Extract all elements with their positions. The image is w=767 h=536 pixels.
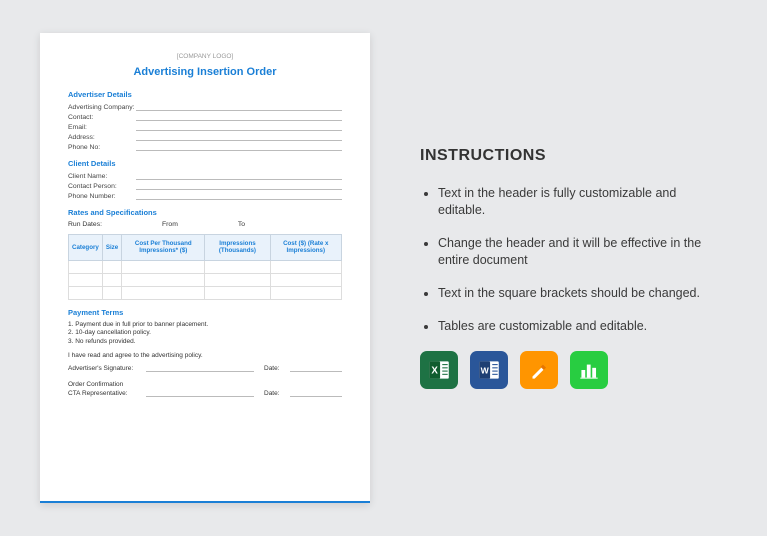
table-row — [69, 273, 342, 286]
field-row: Address: — [68, 133, 342, 141]
to-label: To — [238, 221, 245, 228]
field-label: Advertising Company: — [68, 104, 136, 111]
field-line — [136, 113, 342, 121]
instruction-item: Text in the header is fully customizable… — [438, 185, 727, 219]
field-label: Email: — [68, 124, 136, 131]
field-row: Contact: — [68, 113, 342, 121]
field-line — [136, 123, 342, 131]
date-line — [290, 364, 342, 372]
document-preview: [COMPANY LOGO] Advertising Insertion Ord… — [40, 33, 370, 503]
field-row: Email: — [68, 123, 342, 131]
signature-row: CTA Representative: Date: — [68, 389, 342, 397]
field-line — [136, 192, 342, 200]
date-label: Date: — [264, 390, 290, 397]
signature-row: Advertiser's Signature: Date: — [68, 364, 342, 372]
date-label: Date: — [264, 365, 290, 372]
field-label: Contact: — [68, 114, 136, 121]
signature-label: Advertiser's Signature: — [68, 365, 146, 372]
instructions-list: Text in the header is fully customizable… — [420, 185, 727, 334]
table-row — [69, 260, 342, 273]
company-logo-placeholder: [COMPANY LOGO] — [68, 53, 342, 60]
date-line — [290, 389, 342, 397]
from-label: From — [162, 221, 178, 228]
app-icons-row: X W — [420, 351, 727, 389]
table-header: Cost Per Thousand Impressions* ($) — [122, 235, 205, 261]
table-header: Category — [69, 235, 103, 261]
field-label: Contact Person: — [68, 183, 136, 190]
run-dates-label: Run Dates: — [68, 221, 102, 228]
numbers-icon — [570, 351, 608, 389]
instruction-item: Change the header and it will be effecti… — [438, 235, 727, 269]
run-dates-row: Run Dates: From To — [68, 221, 342, 228]
svg-text:X: X — [431, 365, 438, 376]
agreement-text: I have read and agree to the advertising… — [68, 352, 342, 359]
table-row — [69, 286, 342, 299]
table-header: Size — [102, 235, 121, 261]
payment-term: 3. No refunds provided. — [68, 338, 342, 345]
section-rates-heading: Rates and Specifications — [68, 208, 342, 217]
word-icon: W — [470, 351, 508, 389]
field-row: Advertising Company: — [68, 103, 342, 111]
signature-line — [146, 364, 254, 372]
document-title: Advertising Insertion Order — [68, 66, 342, 78]
section-payment-heading: Payment Terms — [68, 308, 342, 317]
field-row: Client Name: — [68, 172, 342, 180]
field-label: Phone No: — [68, 144, 136, 151]
rates-table: Category Size Cost Per Thousand Impressi… — [68, 234, 342, 300]
field-label: Client Name: — [68, 173, 136, 180]
field-line — [136, 133, 342, 141]
instruction-item: Tables are customizable and editable. — [438, 318, 727, 335]
instruction-item: Text in the square brackets should be ch… — [438, 285, 727, 302]
field-row: Contact Person: — [68, 182, 342, 190]
field-line — [136, 172, 342, 180]
cta-label: CTA Representative: — [68, 390, 146, 397]
excel-icon: X — [420, 351, 458, 389]
field-line — [136, 143, 342, 151]
field-label: Address: — [68, 134, 136, 141]
field-row: Phone Number: — [68, 192, 342, 200]
table-header: Cost ($) (Rate x Impressions) — [270, 235, 341, 261]
section-advertiser-heading: Advertiser Details — [68, 90, 342, 99]
table-header: Impressions (Thousands) — [205, 235, 270, 261]
section-client-heading: Client Details — [68, 159, 342, 168]
payment-term: 2. 10-day cancellation policy. — [68, 329, 342, 336]
instructions-heading: INSTRUCTIONS — [420, 147, 727, 165]
field-row: Phone No: — [68, 143, 342, 151]
field-label: Phone Number: — [68, 193, 136, 200]
pages-icon — [520, 351, 558, 389]
order-confirmation-label: Order Confirmation — [68, 381, 342, 388]
instructions-panel: INSTRUCTIONS Text in the header is fully… — [420, 147, 727, 388]
signature-line — [146, 389, 254, 397]
payment-term: 1. Payment due in full prior to banner p… — [68, 321, 342, 328]
svg-text:W: W — [481, 365, 490, 375]
field-line — [136, 182, 342, 190]
field-line — [136, 103, 342, 111]
